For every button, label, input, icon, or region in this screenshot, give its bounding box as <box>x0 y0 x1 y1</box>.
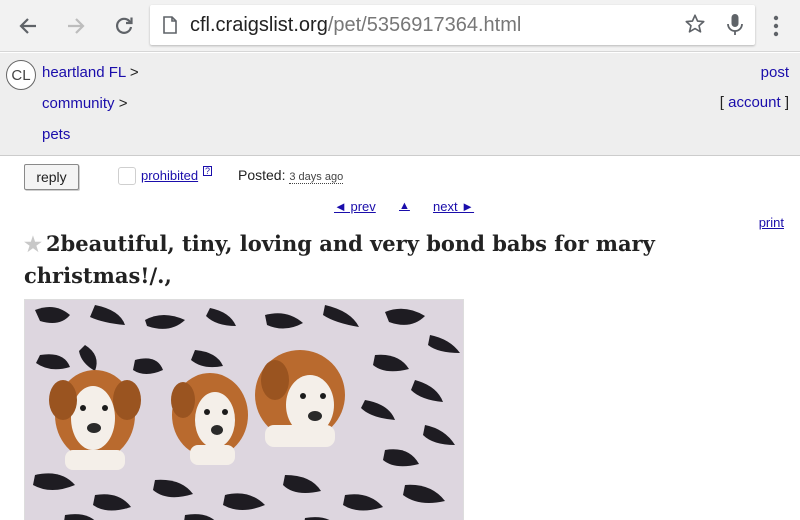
address-bar[interactable]: cfl.craigslist.org/pet/5356917364.html <box>150 5 755 45</box>
mic-icon[interactable] <box>726 13 744 42</box>
forward-arrow-icon[interactable] <box>60 10 92 42</box>
posted-date: Posted: 3 days ago <box>238 167 344 184</box>
next-link[interactable]: next ► <box>433 199 474 214</box>
account-wrapper: [ account ] <box>720 94 789 111</box>
posting-title: ★ 2beautiful, tiny, loving and very bond … <box>24 228 664 291</box>
page-icon <box>162 16 178 39</box>
bracket-open: [ <box>719 94 724 111</box>
breadcrumb-link-subcategory[interactable]: pets <box>42 126 70 143</box>
posted-label: Posted: <box>238 167 286 183</box>
prohibited-help-link[interactable]: ? <box>203 166 213 176</box>
site-header: CL heartland FL > community > pets post … <box>0 53 800 156</box>
browser-toolbar: cfl.craigslist.org/pet/5356917364.html <box>0 0 800 52</box>
prohibited-checkbox[interactable] <box>118 167 136 185</box>
bookmark-star-icon[interactable] <box>684 13 706 40</box>
breadcrumb-link-region[interactable]: heartland FL <box>42 64 126 81</box>
url-text: cfl.craigslist.org/pet/5356917364.html <box>190 14 521 37</box>
craigslist-logo[interactable]: CL <box>6 60 36 90</box>
breadcrumb-link-category[interactable]: community <box>42 95 115 112</box>
print-link[interactable]: print <box>759 215 784 230</box>
account-link[interactable]: account <box>728 94 781 111</box>
breadcrumb-separator: > <box>129 64 139 81</box>
posting-title-text: 2beautiful, tiny, loving and very bond b… <box>24 231 655 288</box>
post-link[interactable]: post <box>761 64 789 81</box>
prev-link[interactable]: ◄ prev <box>334 199 376 214</box>
up-link[interactable]: ▲ <box>399 200 410 212</box>
back-arrow-icon[interactable] <box>12 10 44 42</box>
url-path: /pet/5356917364.html <box>327 14 522 36</box>
breadcrumb-subcategory: pets <box>42 126 70 143</box>
menu-dots-icon[interactable] <box>766 10 786 42</box>
prohibited-link[interactable]: prohibited <box>141 168 198 183</box>
puppies-image <box>25 300 463 520</box>
breadcrumb-separator: > <box>118 95 128 112</box>
posted-ago: 3 days ago <box>289 171 344 184</box>
favorite-star-icon[interactable]: ★ <box>24 232 42 256</box>
breadcrumb-region: heartland FL > <box>42 64 139 81</box>
breadcrumb-category: community > <box>42 95 127 112</box>
listing-photo[interactable] <box>24 299 464 520</box>
url-host: cfl.craigslist.org <box>190 14 328 36</box>
bracket-close: ] <box>784 94 789 111</box>
reload-icon[interactable] <box>108 10 140 42</box>
puppy-right <box>255 350 345 447</box>
reply-button[interactable]: reply <box>24 164 79 190</box>
